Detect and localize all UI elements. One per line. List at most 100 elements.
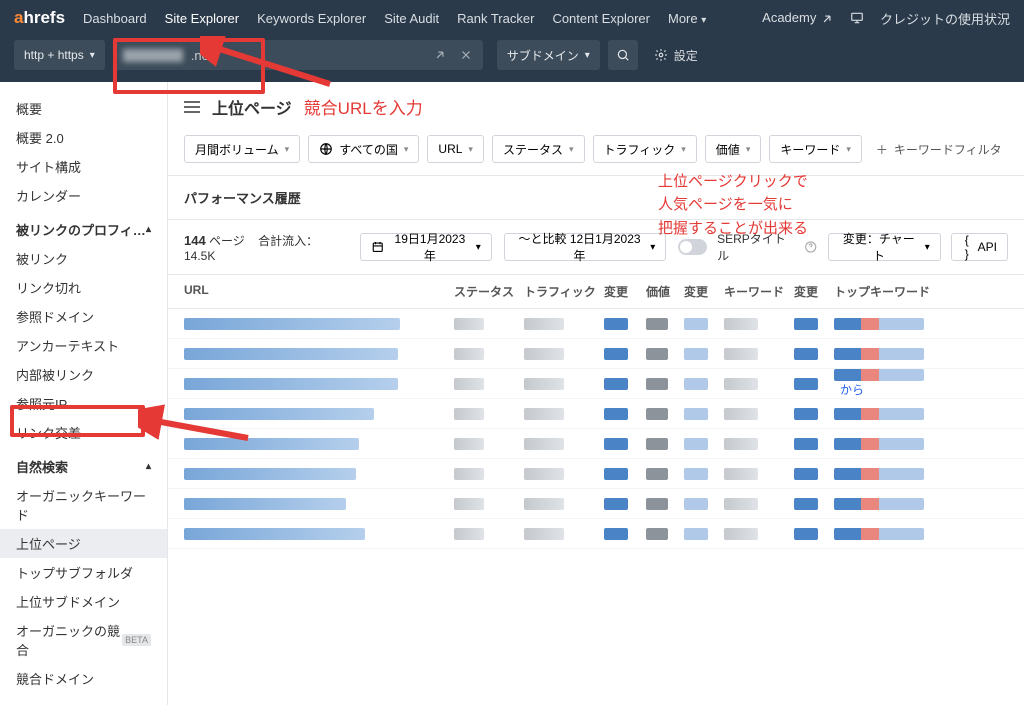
nav-dashboard[interactable]: Dashboard xyxy=(83,11,147,26)
nav-site-audit[interactable]: Site Audit xyxy=(384,11,439,26)
braces-icon: { } xyxy=(962,233,972,261)
nav-site-explorer[interactable]: Site Explorer xyxy=(165,11,239,26)
table-row[interactable] xyxy=(168,399,1024,429)
th-topkw[interactable]: トップキーワード xyxy=(834,283,964,300)
sidebar-item-ref-domains[interactable]: 参照ドメイン xyxy=(0,302,167,331)
url-input[interactable]: .net/ xyxy=(113,40,483,70)
add-filter-label: キーワードフィルタ xyxy=(894,141,1002,158)
blurred-cell xyxy=(724,498,758,510)
caret-down-icon: ▾ xyxy=(585,50,590,61)
open-external-icon[interactable] xyxy=(433,48,447,62)
sidebar-label: 上位サブドメイン xyxy=(16,592,120,611)
help-icon[interactable] xyxy=(804,240,817,254)
subdomain-select[interactable]: サブドメイン ▾ xyxy=(497,40,600,70)
sidebar-item-ref-ip[interactable]: 参照元IP xyxy=(0,389,167,418)
blurred-cell xyxy=(454,378,484,390)
table-row[interactable] xyxy=(168,339,1024,369)
sidebar-item-link-intersect[interactable]: リンク交差 xyxy=(0,418,167,447)
blurred-cell xyxy=(604,438,628,450)
sidebar-item-site-structure[interactable]: サイト構成 xyxy=(0,152,167,181)
table-header: URL ステータス トラフィック 変更 価値 変更 キーワード 変更 トップキー… xyxy=(168,275,1024,309)
th-status[interactable]: ステータス xyxy=(454,283,524,300)
logo[interactable]: ahrefs xyxy=(14,8,65,28)
close-icon[interactable] xyxy=(459,48,473,62)
sidebar-item-organic-keywords[interactable]: オーガニックキーワード xyxy=(0,481,167,529)
sidebar-item-competing-domains[interactable]: 競合ドメイン xyxy=(0,664,167,693)
filter-label: すべての国 xyxy=(339,141,398,158)
blurred-cell xyxy=(604,498,628,510)
filter-country[interactable]: すべての国▾ xyxy=(308,135,419,163)
blurred-cell xyxy=(834,348,924,360)
top-nav-links: Dashboard Site Explorer Keywords Explore… xyxy=(83,11,706,26)
sidebar-label: 概要 2.0 xyxy=(16,128,64,147)
caret-down-icon: ▾ xyxy=(650,242,655,253)
th-url[interactable]: URL xyxy=(184,283,454,300)
filter-url[interactable]: URL▾ xyxy=(427,135,484,163)
change-chart-select[interactable]: 変更：チャート▾ xyxy=(828,233,941,261)
filter-status[interactable]: ステータス▾ xyxy=(492,135,585,163)
table-row[interactable]: から xyxy=(168,369,1024,399)
monitor-icon[interactable] xyxy=(850,11,864,25)
filter-keyword[interactable]: キーワード▾ xyxy=(769,135,862,163)
table-row[interactable] xyxy=(168,309,1024,339)
table-row[interactable] xyxy=(168,429,1024,459)
sidebar-item-internal-backlinks[interactable]: 内部被リンク xyxy=(0,360,167,389)
filters-row: 月間ボリューム▾ すべての国▾ URL▾ ステータス▾ トラフィック▾ 価値▾ … xyxy=(168,131,1024,175)
nav-rank-tracker[interactable]: Rank Tracker xyxy=(457,11,534,26)
annotation-input-url: 競合URLを入力 xyxy=(304,94,423,119)
protocol-select[interactable]: http + https ▾ xyxy=(14,40,105,70)
th-traffic[interactable]: トラフィック xyxy=(524,283,604,300)
blurred-cell xyxy=(454,318,484,330)
sidebar-item-top-subdomains[interactable]: 上位サブドメイン xyxy=(0,587,167,616)
inflow-label: 合計流入： xyxy=(258,234,318,248)
filter-volume[interactable]: 月間ボリューム▾ xyxy=(184,135,300,163)
page-title: 上位ページ xyxy=(212,95,292,119)
serp-title-toggle[interactable] xyxy=(678,239,707,255)
th-change3[interactable]: 変更 xyxy=(794,283,834,300)
sidebar-label: オーガニックキーワード xyxy=(16,486,151,524)
sidebar-item-top-pages[interactable]: 上位ページ xyxy=(0,529,167,558)
settings-link[interactable]: 設定 xyxy=(654,47,698,64)
caret-down-icon: ▾ xyxy=(925,242,930,253)
sidebar-item-broken-links[interactable]: リンク切れ xyxy=(0,273,167,302)
sidebar-section-organic[interactable]: 自然検索 ▴ xyxy=(0,447,167,481)
api-button[interactable]: { } API xyxy=(951,233,1008,261)
nav-more[interactable]: More ▾ xyxy=(668,11,706,26)
sidebar-item-top-subfolders[interactable]: トップサブフォルダ xyxy=(0,558,167,587)
th-keyword[interactable]: キーワード xyxy=(724,283,794,300)
th-change2[interactable]: 変更 xyxy=(684,283,724,300)
sidebar-label: トップサブフォルダ xyxy=(16,563,133,582)
sidebar-item-overview[interactable]: 概要 xyxy=(0,94,167,123)
filter-value[interactable]: 価値▾ xyxy=(705,135,762,163)
sidebar-item-calendar[interactable]: カレンダー xyxy=(0,181,167,210)
link-suffix[interactable]: から xyxy=(840,383,864,397)
table-row[interactable] xyxy=(168,459,1024,489)
credit-usage[interactable]: クレジットの使用状況 xyxy=(880,9,1010,28)
th-change1[interactable]: 変更 xyxy=(604,283,646,300)
nav-academy[interactable]: Academy xyxy=(762,10,834,26)
blurred-cell xyxy=(794,438,818,450)
hamburger-icon[interactable] xyxy=(184,101,200,113)
calendar-icon xyxy=(371,240,384,254)
date-compare-select[interactable]: 〜と比較 12日1月2023年▾ xyxy=(504,233,667,261)
filter-label: 月間ボリューム xyxy=(195,141,279,158)
nav-content-explorer[interactable]: Content Explorer xyxy=(552,11,650,26)
table-row[interactable] xyxy=(168,519,1024,549)
inflow-value: 14.5K xyxy=(184,249,215,263)
filter-traffic[interactable]: トラフィック▾ xyxy=(593,135,697,163)
th-value[interactable]: 価値 xyxy=(646,283,684,300)
sidebar-item-backlinks[interactable]: 被リンク xyxy=(0,244,167,273)
sidebar-section-backlinks[interactable]: 被リンクのプロフィ… ▴ xyxy=(0,210,167,244)
caret-down-icon: ▾ xyxy=(90,50,95,61)
nav-keywords-explorer[interactable]: Keywords Explorer xyxy=(257,11,366,26)
date-select[interactable]: 19日1月2023年▾ xyxy=(360,233,492,261)
search-button[interactable] xyxy=(608,40,638,70)
sidebar-item-organic-competitors[interactable]: オーガニックの競合 BETA xyxy=(0,616,167,664)
sidebar-item-anchor-text[interactable]: アンカーテキスト xyxy=(0,331,167,360)
academy-label: Academy xyxy=(762,10,816,25)
subdomain-label: サブドメイン xyxy=(507,47,579,64)
sidebar-item-overview2[interactable]: 概要 2.0 xyxy=(0,123,167,152)
add-keyword-filter[interactable]: ＋キーワードフィルタ xyxy=(876,141,1002,158)
table-row[interactable] xyxy=(168,489,1024,519)
blurred-cell xyxy=(524,318,564,330)
